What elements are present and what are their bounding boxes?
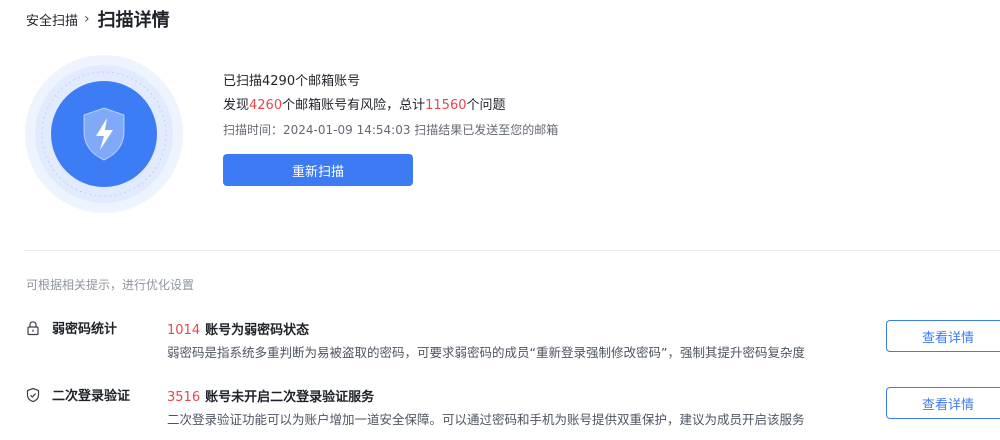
scan-result-note: 扫描结果已发送至您的邮箱 <box>414 123 559 137</box>
breadcrumb: 安全扫描 › 扫描详情 <box>26 6 170 32</box>
item-description: 二次登录验证功能可以为账户增加一道安全保障。可以通过密码和手机为账号提供双重保护… <box>167 412 805 427</box>
rescan-button[interactable]: 重新扫描 <box>223 154 413 186</box>
risk-middle: 个邮箱账号有风险，总计 <box>282 98 426 113</box>
total-issue-count: 11560 <box>425 98 467 113</box>
scan-time-text: 扫描时间：2024-01-09 14:54:03 扫描结果已发送至您的邮箱 <box>223 122 558 138</box>
risk-summary-text: 发现4260个邮箱账号有风险，总计11560个问题 <box>223 98 558 114</box>
item-count: 1014 <box>167 323 201 338</box>
shield-lightning-icon <box>25 55 183 213</box>
item-title: 1014 账号为弱密码状态 <box>167 319 309 338</box>
scanned-count-text: 已扫描4290个邮箱账号 <box>223 74 361 89</box>
item-description: 弱密码是指系统多重判断为易被盗取的密码，可要求弱密码的成员“重新登录强制修改密码… <box>167 345 805 360</box>
item-title-text: 账号为弱密码状态 <box>205 323 310 338</box>
shield-check-icon <box>24 386 42 404</box>
risk-prefix: 发现 <box>223 98 250 113</box>
item-title-text: 账号未开启二次登录验证服务 <box>205 390 375 405</box>
scan-summary: 已扫描4290个邮箱账号 发现4260个邮箱账号有风险，总计11560个问题 扫… <box>223 74 558 186</box>
risk-suffix: 个问题 <box>466 98 506 113</box>
list-item-two-factor: 二次登录验证 3516 账号未开启二次登录验证服务 二次登录验证功能可以为账户增加… <box>24 385 1000 429</box>
item-count: 3516 <box>167 390 201 405</box>
page-title: 扫描详情 <box>97 10 170 31</box>
item-title: 3516 账号未开启二次登录验证服务 <box>167 386 374 405</box>
view-details-button[interactable]: 查看详情 <box>886 387 1000 419</box>
lock-icon <box>24 319 42 337</box>
breadcrumb-separator: › <box>84 11 90 27</box>
risk-account-count: 4260 <box>249 98 283 113</box>
security-shield-illustration <box>24 54 184 214</box>
breadcrumb-parent-link[interactable]: 安全扫描 <box>26 10 78 29</box>
list-item-weak-password: 弱密码统计 1014 账号为弱密码状态 弱密码是指系统多重判断为易被盗取的密码，可… <box>24 318 1000 362</box>
optimization-tip: 可根据相关提示，进行优化设置 <box>26 278 195 292</box>
scan-time-label: 扫描时间： <box>223 123 284 137</box>
section-divider <box>24 250 1000 251</box>
item-name: 二次登录验证 <box>52 389 131 404</box>
item-name: 弱密码统计 <box>52 322 118 337</box>
view-details-button[interactable]: 查看详情 <box>886 320 1000 352</box>
scan-time-value: 2024-01-09 14:54:03 <box>283 123 411 137</box>
